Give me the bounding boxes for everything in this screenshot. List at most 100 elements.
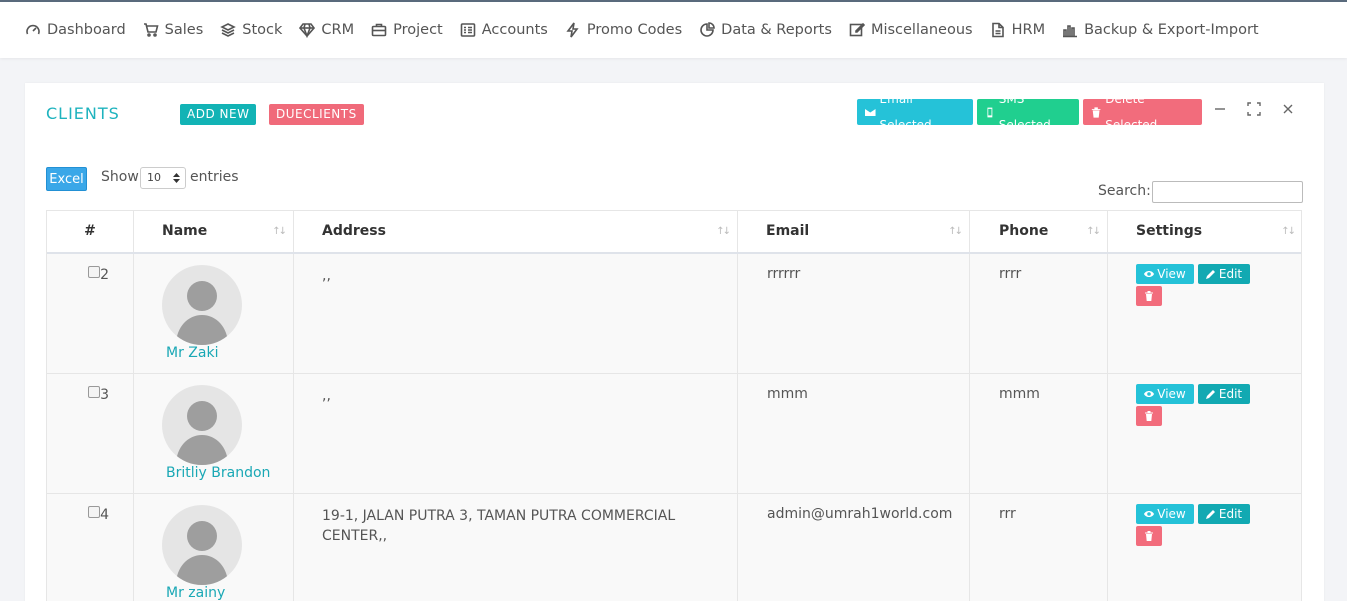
- nav-accounts[interactable]: Accounts: [460, 22, 548, 38]
- sms-selected-label: SMS Selected: [998, 92, 1051, 132]
- entries-label: entries: [190, 169, 239, 185]
- edit-label: Edit: [1218, 387, 1243, 401]
- email-cell: rrrrrr: [738, 254, 970, 374]
- row-index: 4: [100, 507, 109, 523]
- sort-icon: ↑↓: [1281, 226, 1296, 237]
- mobile-icon: [987, 107, 993, 117]
- address-text: ,,: [322, 388, 331, 404]
- bolt-icon: [566, 22, 579, 38]
- bar-chart-icon: [1063, 25, 1078, 38]
- nav-hrm[interactable]: HRM: [990, 22, 1046, 38]
- search-input[interactable]: [1152, 181, 1303, 203]
- nav-crm[interactable]: CRM: [299, 22, 354, 38]
- expand-icon[interactable]: [1246, 101, 1262, 117]
- user-silhouette-icon: [176, 401, 228, 465]
- view-button[interactable]: View: [1136, 264, 1194, 284]
- phone-cell: rrr: [970, 494, 1108, 601]
- nav-label: Sales: [164, 22, 204, 38]
- view-button[interactable]: View: [1136, 384, 1194, 404]
- pencil-icon: [1205, 390, 1215, 399]
- nav-miscellaneous[interactable]: Miscellaneous: [849, 22, 973, 38]
- nav-sales[interactable]: Sales: [143, 22, 204, 38]
- entries-select-value: 10: [147, 171, 161, 184]
- table-header: # Name ↑↓ Address ↑↓ Email ↑↓ Phone ↑↓ Setti…: [47, 211, 1301, 254]
- sms-selected-button[interactable]: SMS Selected: [977, 92, 1079, 132]
- nav-label: Promo Codes: [586, 22, 683, 38]
- name-cell: Britliy Brandon: [134, 374, 294, 494]
- trash-icon: [1145, 291, 1153, 301]
- nav-project[interactable]: Project: [371, 22, 443, 38]
- phone-text: mmm: [999, 386, 1040, 402]
- row-checkbox[interactable]: [88, 266, 100, 278]
- row-checkbox[interactable]: [88, 386, 100, 398]
- client-name-link[interactable]: Britliy Brandon: [166, 465, 270, 481]
- dashboard-icon: [26, 24, 40, 35]
- column-header-label: Address: [322, 223, 386, 239]
- nav-label: Stock: [242, 22, 283, 38]
- column-header-settings[interactable]: Settings ↑↓: [1108, 211, 1302, 252]
- eye-icon: [1144, 511, 1155, 517]
- client-name-link[interactable]: Mr Zaki: [166, 345, 218, 361]
- address-text: ,,: [322, 268, 331, 284]
- ledger-icon: [460, 23, 476, 37]
- delete-button[interactable]: [1136, 406, 1162, 426]
- column-header-label: Name: [162, 223, 208, 239]
- index-cell: 4: [47, 494, 134, 601]
- email-selected-label: Email Selected: [879, 92, 932, 132]
- nav-promo-codes[interactable]: Promo Codes: [565, 22, 682, 38]
- layers-icon: [220, 23, 237, 37]
- address-text: 19-1, JALAN PUTRA 3, TAMAN PUTRA COMMERC…: [322, 508, 676, 544]
- avatar: [162, 505, 242, 585]
- delete-selected-button[interactable]: Delete Selected: [1083, 92, 1202, 132]
- excel-export-button[interactable]: Excel: [46, 167, 87, 191]
- view-label: View: [1157, 387, 1186, 401]
- email-selected-button[interactable]: Email Selected: [857, 92, 973, 132]
- settings-cell: View Edit: [1108, 374, 1302, 494]
- envelope-icon: [865, 108, 876, 116]
- column-header-label: Phone: [999, 223, 1049, 239]
- search-label: Search:: [1098, 183, 1151, 199]
- briefcase-icon: [371, 23, 387, 37]
- sort-icon: ↑↓: [1086, 226, 1101, 237]
- nav-label: Data & Reports: [721, 22, 832, 38]
- nav-stock[interactable]: Stock: [220, 22, 282, 38]
- email-text: mmm: [767, 386, 808, 402]
- email-cell: mmm: [738, 374, 970, 494]
- avatar: [162, 265, 242, 345]
- address-cell: 19-1, JALAN PUTRA 3, TAMAN PUTRA COMMERC…: [294, 494, 738, 601]
- column-header-phone[interactable]: Phone ↑↓: [970, 211, 1108, 252]
- eye-icon: [1144, 271, 1155, 277]
- show-label: Show: [101, 169, 139, 185]
- table-row: 4 Mr zainy 19-1, JALAN PUTRA 3, TAMAN PU…: [47, 494, 1301, 601]
- edit-icon: [849, 22, 865, 37]
- minimize-icon[interactable]: [1212, 101, 1228, 117]
- column-header-name[interactable]: Name ↑↓: [134, 211, 294, 252]
- close-icon[interactable]: [1280, 101, 1296, 117]
- nav-label: HRM: [1011, 22, 1046, 38]
- edit-button[interactable]: Edit: [1198, 504, 1250, 524]
- row-index: 3: [100, 387, 109, 403]
- row-checkbox[interactable]: [88, 506, 100, 518]
- nav-dashboard[interactable]: Dashboard: [25, 22, 126, 38]
- nav-backup-export-import[interactable]: Backup & Export-Import: [1062, 22, 1259, 38]
- row-index: 2: [100, 267, 109, 283]
- user-silhouette-icon: [176, 281, 228, 345]
- edit-button[interactable]: Edit: [1198, 264, 1250, 284]
- entries-select[interactable]: 10: [140, 167, 186, 189]
- address-cell: ,,: [294, 374, 738, 494]
- nav-label: Dashboard: [47, 22, 126, 38]
- view-label: View: [1157, 267, 1186, 281]
- column-header-index[interactable]: #: [47, 211, 134, 252]
- edit-button[interactable]: Edit: [1198, 384, 1250, 404]
- column-header-email[interactable]: Email ↑↓: [738, 211, 970, 252]
- nav-data-reports[interactable]: Data & Reports: [699, 22, 832, 38]
- column-header-address[interactable]: Address ↑↓: [294, 211, 738, 252]
- delete-button[interactable]: [1136, 286, 1162, 306]
- delete-button[interactable]: [1136, 526, 1162, 546]
- view-button[interactable]: View: [1136, 504, 1194, 524]
- client-name-link[interactable]: Mr zainy: [166, 585, 225, 601]
- email-text: rrrrrr: [767, 266, 801, 282]
- add-new-button[interactable]: ADD NEW: [180, 104, 257, 125]
- eye-icon: [1144, 391, 1155, 397]
- due-clients-button[interactable]: DUECLIENTS: [269, 104, 364, 125]
